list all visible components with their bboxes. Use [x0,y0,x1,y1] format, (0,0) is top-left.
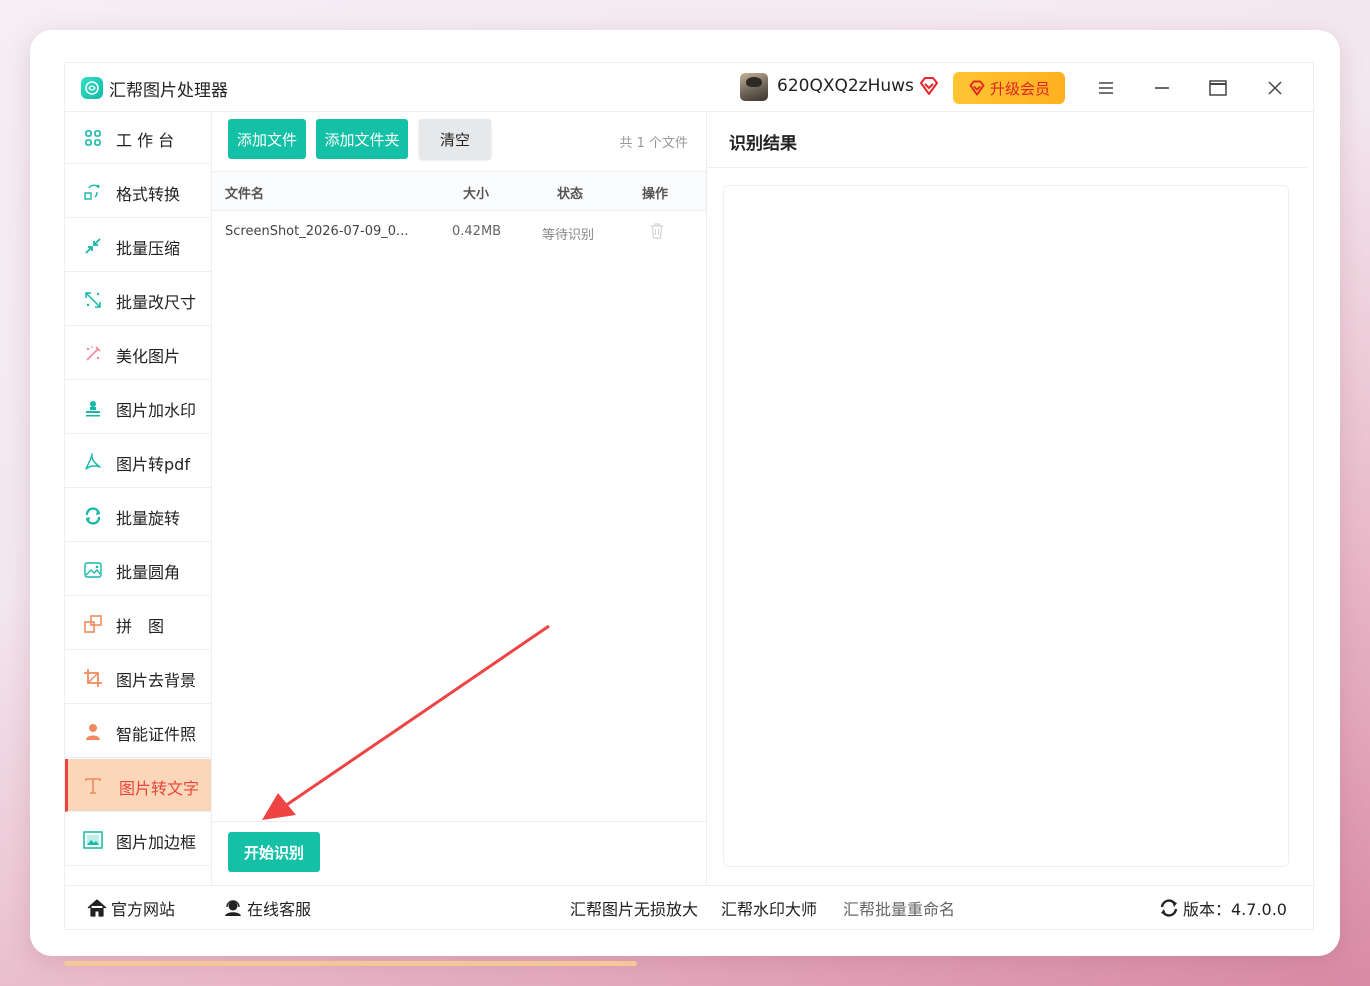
customer-service-icon [225,900,241,916]
app-logo-icon [81,77,103,99]
panel-divider [706,111,707,885]
compress-icon [85,238,101,254]
beautify-icon [86,346,101,361]
app-title: 汇帮图片处理器 [109,81,228,101]
resize-icon [85,292,101,308]
collage-icon [84,615,102,633]
crop-icon [84,669,102,687]
sidebar-item-batch-compress[interactable]: 批量压缩 [65,219,211,272]
diamond-icon [969,80,985,96]
sidebar-item-rotate[interactable]: 批量旋转 [65,489,211,542]
grid-icon [85,130,101,146]
column-filename: 文件名 [225,187,265,202]
add-file-button[interactable]: 添加文件 [228,119,306,159]
file-toolbar: 添加文件 添加文件夹 清空 共 1 个文件 [212,111,706,171]
sidebar-item-label: 美化图片 [116,347,181,366]
footer-bar: 官方网站 在线客服 汇帮图片无损放大 汇帮水印大师 汇帮批量重命名 版本：4.7… [65,885,1315,931]
sidebar-item-to-pdf[interactable]: 图片转pdf [65,435,211,488]
delete-button[interactable] [650,223,664,243]
home-icon [87,899,107,917]
pdf-icon [85,453,101,470]
menu-button[interactable] [1093,75,1119,101]
result-text-area[interactable] [723,185,1289,867]
online-service-label: 在线客服 [247,900,312,919]
hamburger-icon [1099,82,1113,94]
minimize-icon [1155,87,1169,89]
official-website-link[interactable]: 官方网站 [87,896,175,920]
column-status: 状态 [557,187,584,202]
sidebar-item-image-to-text[interactable]: 图片转文字 [65,759,211,812]
convert-icon [84,184,100,200]
sidebar-item-collage[interactable]: 拼 图 [65,597,211,650]
upscale-app-link[interactable]: 汇帮图片无损放大 [570,896,698,920]
result-title: 识别结果 [729,134,797,154]
table-row[interactable]: ScreenShot_2026-07-09_0... 0.42MB 等待识别 [212,209,706,255]
result-divider [707,167,1307,168]
person-icon [86,724,100,740]
app-window: 汇帮图片处理器 620QXQ2zHuws 升级会员 工 作 台 格式转换 批量压… [64,62,1315,931]
sidebar-item-round-corner[interactable]: 批量圆角 [65,543,211,596]
sidebar-item-label: 工 作 台 [116,131,175,150]
sidebar-item-add-frame[interactable]: 图片加边框 [65,813,211,866]
file-size: 0.42MB [452,224,502,239]
maximize-icon [1209,80,1227,96]
start-area: 开始识别 [212,821,706,886]
sidebar-item-format-convert[interactable]: 格式转换 [65,165,211,218]
version-label: 版本：4.7.0.0 [1183,900,1287,919]
add-folder-button[interactable]: 添加文件夹 [316,119,408,159]
online-service-link[interactable]: 在线客服 [223,896,311,920]
sidebar-item-label: 批量压缩 [116,239,181,258]
sidebar-item-remove-bg[interactable]: 图片去背景 [65,651,211,704]
file-status: 等待识别 [542,228,595,243]
avatar[interactable] [740,73,768,101]
rotate-icon [85,507,101,525]
sidebar-item-beautify[interactable]: 美化图片 [65,327,211,380]
upgrade-button[interactable]: 升级会员 [953,72,1065,104]
upgrade-label: 升级会员 [989,79,1050,98]
watermark-icon [86,401,100,417]
vip-diamond-icon [918,75,940,101]
close-button[interactable] [1262,75,1288,101]
refresh-icon [1160,899,1178,917]
sidebar-item-label: 图片转文字 [119,779,200,798]
sidebar-item-label: 图片加边框 [116,833,197,852]
text-icon [85,778,101,794]
file-table-header: 文件名 大小 状态 操作 [212,171,706,211]
sidebar-item-label: 批量改尺寸 [116,293,197,312]
sidebar-item-label: 拼 图 [116,617,165,636]
round-corner-icon [84,562,102,578]
column-size: 大小 [463,187,490,202]
trash-icon [651,223,663,239]
sidebar-item-label: 图片去背景 [116,671,197,690]
clear-button[interactable]: 清空 [419,119,491,159]
file-count: 共 1 个文件 [619,136,688,151]
frame-icon [83,831,103,849]
sidebar-item-label: 批量旋转 [116,509,181,528]
sidebar-item-label: 图片转pdf [116,455,190,474]
sidebar-item-label: 格式转换 [116,185,181,204]
version-info[interactable]: 版本：4.7.0.0 [1159,896,1287,920]
rename-app-link[interactable]: 汇帮批量重命名 [843,896,955,920]
username[interactable]: 620QXQ2zHuws [777,76,914,96]
sidebar-item-workbench[interactable]: 工 作 台 [65,111,211,164]
watermark-app-link[interactable]: 汇帮水印大师 [721,896,817,920]
sidebar-item-watermark[interactable]: 图片加水印 [65,381,211,434]
official-website-label: 官方网站 [111,900,176,919]
sidebar-item-label: 智能证件照 [116,725,197,744]
file-name: ScreenShot_2026-07-09_0... [225,224,409,239]
close-icon [1268,81,1282,95]
sidebar-item-label: 图片加水印 [116,401,197,420]
title-bar: 汇帮图片处理器 620QXQ2zHuws 升级会员 [65,63,1315,112]
sidebar: 工 作 台 格式转换 批量压缩 批量改尺寸 美化图片 图片加水印 图片转pdf [65,111,212,885]
column-action: 操作 [642,187,669,202]
start-recognition-button[interactable]: 开始识别 [228,832,320,872]
progress-line [64,961,637,966]
maximize-button[interactable] [1205,75,1231,101]
sidebar-item-label: 批量圆角 [116,563,181,582]
minimize-button[interactable] [1149,75,1175,101]
sidebar-item-batch-resize[interactable]: 批量改尺寸 [65,273,211,326]
sidebar-item-id-photo[interactable]: 智能证件照 [65,705,211,758]
